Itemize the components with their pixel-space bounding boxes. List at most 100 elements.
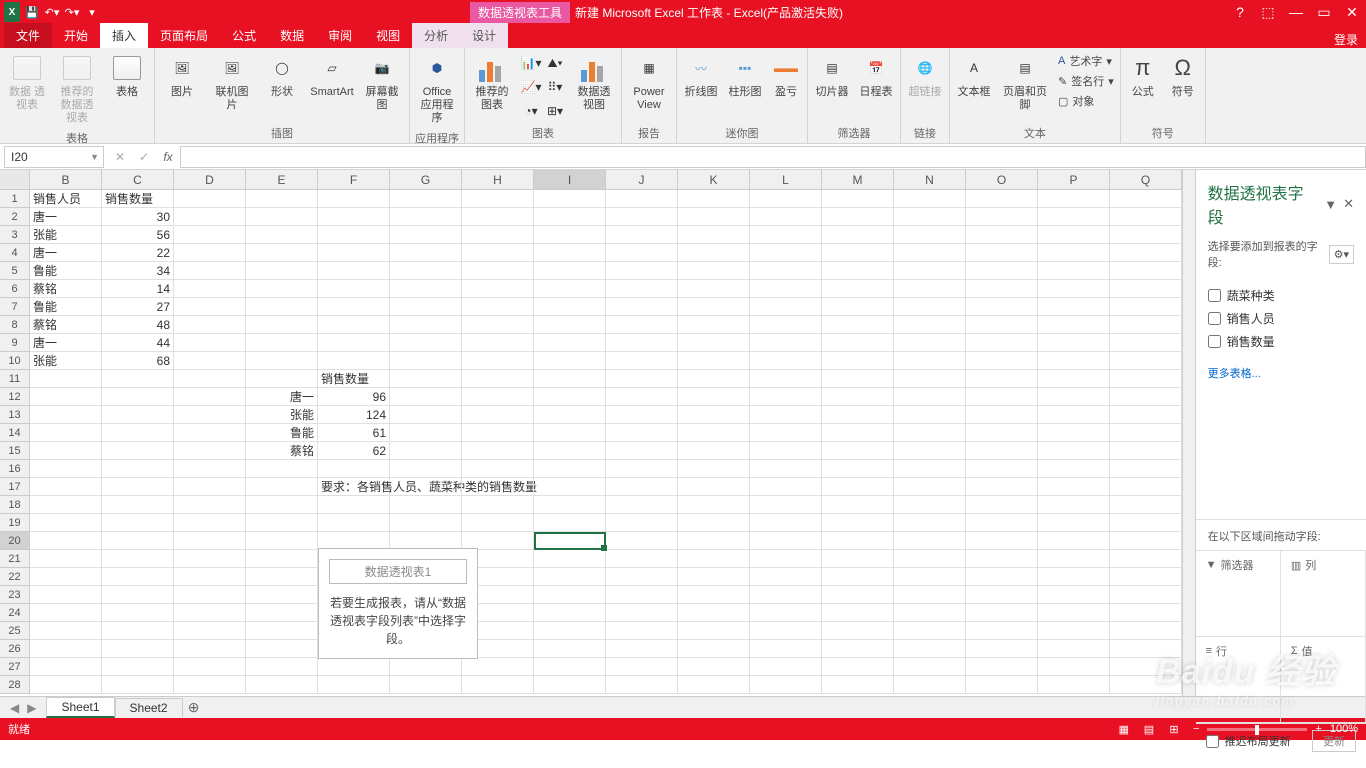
cell[interactable]	[822, 262, 894, 280]
cell[interactable]	[822, 496, 894, 514]
recommended-charts-button[interactable]: 推荐的 图表	[469, 50, 515, 114]
cell[interactable]	[102, 442, 174, 460]
cell[interactable]	[822, 280, 894, 298]
cell[interactable]	[174, 190, 246, 208]
cell[interactable]	[1110, 622, 1182, 640]
cell[interactable]	[1110, 514, 1182, 532]
cell[interactable]	[678, 244, 750, 262]
cell[interactable]	[174, 658, 246, 676]
zoom-out-icon[interactable]: −	[1193, 723, 1199, 735]
timeline-button[interactable]: 📅日程表	[856, 50, 896, 101]
area-chart-icon[interactable]: ⛰▾	[543, 52, 567, 74]
cell[interactable]	[606, 352, 678, 370]
line-chart-icon[interactable]: 📈▾	[519, 76, 543, 98]
cell[interactable]	[750, 244, 822, 262]
cell[interactable]	[102, 424, 174, 442]
cell[interactable]	[174, 370, 246, 388]
cell[interactable]	[174, 226, 246, 244]
cell[interactable]	[390, 190, 462, 208]
cell[interactable]	[462, 226, 534, 244]
cell[interactable]	[606, 316, 678, 334]
cell[interactable]	[1110, 460, 1182, 478]
cell[interactable]	[1038, 568, 1110, 586]
cell[interactable]	[894, 586, 966, 604]
cell[interactable]	[318, 190, 390, 208]
cell[interactable]	[318, 514, 390, 532]
cell[interactable]	[822, 604, 894, 622]
cell[interactable]	[894, 208, 966, 226]
cell[interactable]: 张能	[30, 226, 102, 244]
cell[interactable]	[462, 496, 534, 514]
cell[interactable]	[246, 478, 318, 496]
pane-gear-icon[interactable]: ⚙▾	[1329, 245, 1354, 264]
cell[interactable]	[822, 550, 894, 568]
cell[interactable]	[174, 334, 246, 352]
cell[interactable]	[1038, 622, 1110, 640]
cell[interactable]	[606, 586, 678, 604]
cell[interactable]	[966, 676, 1038, 694]
normal-view-icon[interactable]: ▦	[1113, 723, 1135, 736]
cell[interactable]	[606, 370, 678, 388]
cell[interactable]	[894, 622, 966, 640]
table-button[interactable]: 表格	[104, 50, 150, 101]
cell[interactable]	[174, 352, 246, 370]
cell[interactable]	[822, 190, 894, 208]
tab-view[interactable]: 视图	[364, 23, 412, 48]
cell[interactable]	[750, 334, 822, 352]
hyperlink-button[interactable]: 🌐超链接	[905, 50, 945, 101]
cell[interactable]	[102, 388, 174, 406]
cell[interactable]	[678, 604, 750, 622]
cell[interactable]	[750, 190, 822, 208]
cell[interactable]	[462, 316, 534, 334]
cell[interactable]	[750, 658, 822, 676]
cell[interactable]: 唐一	[246, 388, 318, 406]
cell[interactable]: 唐一	[30, 334, 102, 352]
cell[interactable]	[174, 550, 246, 568]
row-header[interactable]: 5	[0, 262, 30, 280]
cell[interactable]	[318, 244, 390, 262]
cell[interactable]	[534, 334, 606, 352]
cell[interactable]	[678, 478, 750, 496]
cell[interactable]	[30, 514, 102, 532]
cell[interactable]	[534, 406, 606, 424]
cell[interactable]	[1110, 658, 1182, 676]
tab-review[interactable]: 审阅	[316, 23, 364, 48]
more-tables-link[interactable]: 更多表格...	[1196, 357, 1366, 389]
sheet-tab-2[interactable]: Sheet2	[115, 698, 183, 717]
cell[interactable]: 销售数量	[318, 370, 390, 388]
cell[interactable]	[606, 424, 678, 442]
cell[interactable]	[822, 244, 894, 262]
other-chart-icon[interactable]: ⊞▾	[543, 100, 567, 122]
cell[interactable]	[966, 532, 1038, 550]
row-header[interactable]: 12	[0, 388, 30, 406]
cell[interactable]	[750, 262, 822, 280]
cell[interactable]: 22	[102, 244, 174, 262]
cell[interactable]	[174, 388, 246, 406]
cell[interactable]	[390, 424, 462, 442]
cell[interactable]	[966, 514, 1038, 532]
cell[interactable]	[462, 478, 534, 496]
col-header-E[interactable]: E	[246, 170, 318, 189]
cell[interactable]	[966, 604, 1038, 622]
cell[interactable]	[750, 442, 822, 460]
sheet-nav-next-icon[interactable]: ▶	[27, 701, 36, 715]
cell[interactable]	[822, 460, 894, 478]
cell[interactable]	[822, 676, 894, 694]
cell[interactable]	[30, 550, 102, 568]
tab-analyze[interactable]: 分析	[412, 23, 460, 48]
cell[interactable]	[606, 334, 678, 352]
cell[interactable]	[390, 478, 462, 496]
cell[interactable]	[894, 370, 966, 388]
cell[interactable]	[678, 550, 750, 568]
cell[interactable]	[534, 460, 606, 478]
cell[interactable]	[606, 388, 678, 406]
cell[interactable]	[246, 226, 318, 244]
object-button[interactable]: ▢对象	[1056, 92, 1116, 110]
cell[interactable]	[750, 298, 822, 316]
cell[interactable]	[1038, 424, 1110, 442]
cell[interactable]	[1110, 442, 1182, 460]
cell[interactable]: 要求：各销售人员、蔬菜种类的销售数量	[318, 478, 390, 496]
col-header-K[interactable]: K	[678, 170, 750, 189]
cell[interactable]	[534, 658, 606, 676]
office-apps-button[interactable]: ⬢Office 应用程序	[414, 50, 460, 128]
